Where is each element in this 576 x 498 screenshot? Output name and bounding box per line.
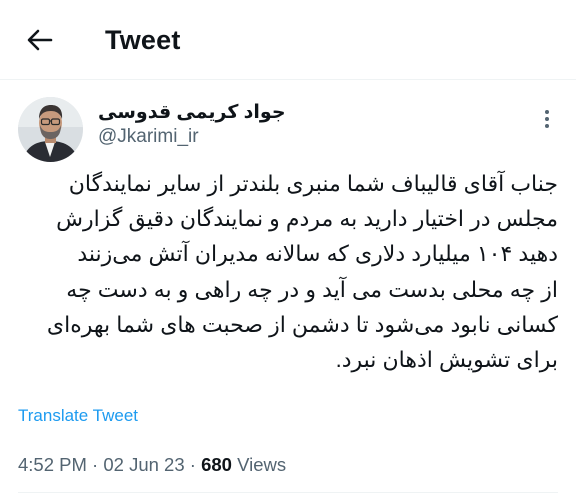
- tweet-text: جناب آقای قالیباف شما منبری بلندتر از سا…: [13, 166, 558, 377]
- views-count: 680: [201, 454, 232, 475]
- translate-tweet-link[interactable]: Translate Tweet: [18, 405, 138, 427]
- tweet-line: دهید ۱۰۴ میلیارد دلاری که سالانه مدیران …: [77, 241, 558, 267]
- more-vertical-icon: [545, 110, 549, 128]
- tweet-line: جناب آقای قالیباف شما منبری بلندتر از سا…: [68, 171, 558, 196]
- avatar[interactable]: [18, 97, 83, 162]
- tweet-line: از چه محلی بدست می آید و در چه راهی و به…: [66, 276, 558, 302]
- divider: [18, 492, 558, 493]
- tweet-page: Tweet جواد کریمی قدوسی @Jkarimi_ir جناب …: [0, 0, 576, 498]
- tweet-line: کسانی نابود می‌شود تا دشمن از صحبت های ش…: [46, 311, 558, 337]
- tweet-line: برای تشویش اذهان نبرد.: [335, 347, 558, 373]
- meta-separator: ·: [189, 454, 196, 475]
- meta-separator: ·: [92, 454, 99, 475]
- tweet-line: مجلس در اختیار دارید به مردم و نمایندگان…: [56, 206, 558, 232]
- tweet-date[interactable]: 02 Jun 23: [103, 454, 184, 475]
- back-button[interactable]: [18, 18, 62, 62]
- author-name[interactable]: جواد کریمی قدوسی: [98, 101, 286, 125]
- page-title: Tweet: [105, 25, 181, 55]
- arrow-left-icon: [27, 29, 53, 51]
- author-handle[interactable]: @Jkarimi_ir: [98, 124, 199, 150]
- views-label: Views: [237, 454, 287, 475]
- header-bar: Tweet: [0, 0, 576, 80]
- avatar-photo: [18, 97, 83, 162]
- more-button[interactable]: [536, 104, 558, 134]
- tweet-meta: 4:52 PM · 02 Jun 23 · 680 Views: [18, 453, 286, 477]
- tweet-time[interactable]: 4:52 PM: [18, 454, 87, 475]
